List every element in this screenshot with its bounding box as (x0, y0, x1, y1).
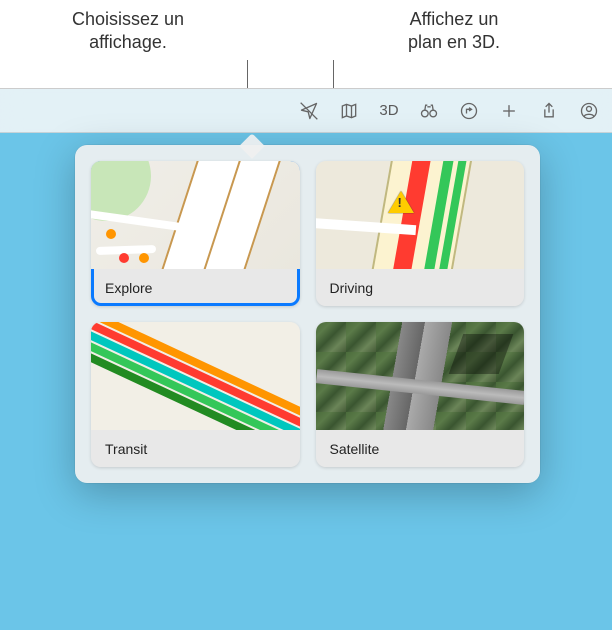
map-mode-icon[interactable] (338, 100, 360, 122)
callout-3d-view: Affichez un plan en 3D. (408, 8, 500, 88)
maps-window: 3D (0, 88, 612, 630)
toolbar: 3D (0, 89, 612, 133)
map-mode-label-bar: Driving (316, 269, 525, 306)
map-mode-popover: Explore Driving (75, 145, 540, 483)
map-mode-preview (316, 322, 525, 430)
three-d-button[interactable]: 3D (378, 100, 400, 122)
annotation-callouts: Choisissez un affichage. Affichez un pla… (0, 0, 612, 88)
map-mode-label-bar: Explore (91, 269, 300, 306)
map-mode-label-bar: Satellite (316, 430, 525, 467)
callout-text: Affichez un plan en 3D. (408, 9, 500, 52)
map-mode-label: Transit (105, 441, 147, 457)
callout-text: Choisissez un affichage. (72, 9, 184, 52)
map-mode-preview (91, 161, 300, 269)
map-mode-preview (316, 161, 525, 269)
map-mode-label-bar: Transit (91, 430, 300, 467)
callout-choose-view: Choisissez un affichage. (72, 8, 184, 88)
map-mode-driving[interactable]: Driving (316, 161, 525, 306)
map-mode-preview (91, 322, 300, 430)
map-mode-satellite[interactable]: Satellite (316, 322, 525, 467)
three-d-label: 3D (379, 102, 398, 119)
map-mode-label: Driving (330, 280, 374, 296)
plus-icon[interactable] (498, 100, 520, 122)
map-mode-transit[interactable]: Transit (91, 322, 300, 467)
account-icon[interactable] (578, 100, 600, 122)
share-icon[interactable] (538, 100, 560, 122)
map-mode-label: Explore (105, 280, 152, 296)
binoculars-icon[interactable] (418, 100, 440, 122)
map-mode-label: Satellite (330, 441, 380, 457)
map-mode-explore[interactable]: Explore (91, 161, 300, 306)
directions-icon[interactable] (458, 100, 480, 122)
map-mode-grid: Explore Driving (91, 161, 524, 467)
location-icon[interactable] (298, 100, 320, 122)
